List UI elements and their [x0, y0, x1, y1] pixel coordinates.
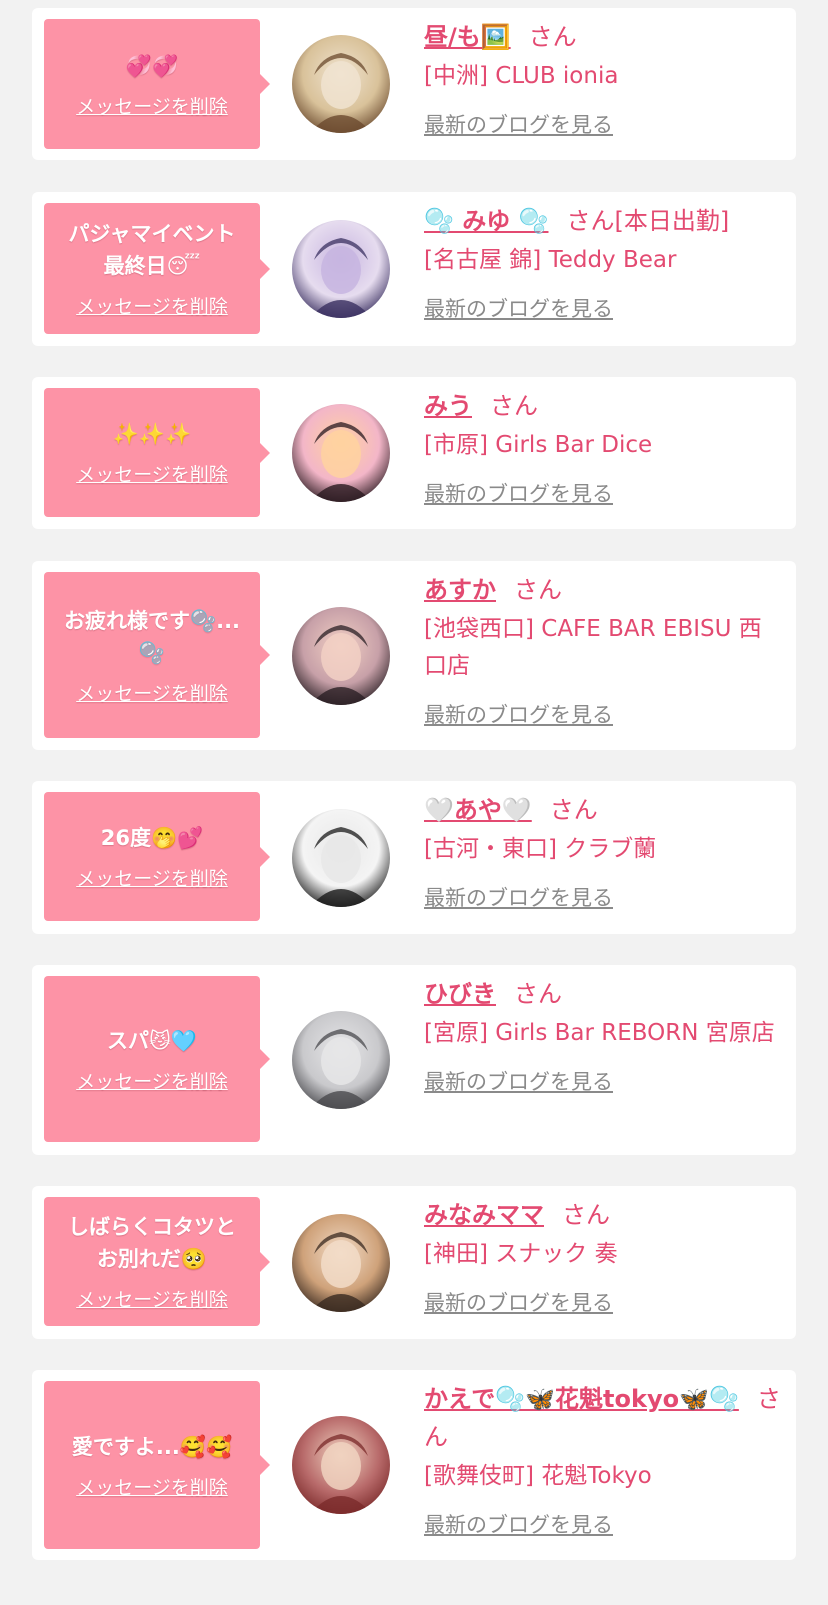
message-text: お疲れ様です🫧... 🫧 [63, 608, 241, 665]
cast-name-link[interactable]: 🫧 みゆ 🫧 [424, 207, 548, 235]
latest-blog-link[interactable]: 最新のブログを見る [424, 1066, 613, 1096]
message-card: スパ😼🩵 メッセージを削除 ひびき さん [宮原] Girls Bar REBO… [32, 965, 796, 1155]
delete-message-link[interactable]: メッセージを削除 [76, 92, 228, 119]
name-line: ひびき さん [424, 975, 782, 1013]
avatar-photo [292, 220, 390, 318]
message-bubble: ✨✨✨ メッセージを削除 [44, 388, 270, 517]
honorific: さん [549, 796, 598, 824]
delete-message-link[interactable]: メッセージを削除 [76, 1473, 228, 1500]
cast-info: みう さん [市原] Girls Bar Dice 最新のブログを見る [424, 387, 782, 508]
avatar-photo [292, 809, 390, 907]
avatar[interactable] [292, 35, 390, 133]
avatar[interactable] [292, 607, 390, 705]
message-text: スパ😼🩵 [106, 1028, 198, 1053]
cast-name-link[interactable]: 🤍あや🤍 [424, 796, 532, 824]
honorific: さん [514, 980, 562, 1008]
cast-name-link[interactable]: ひびき [424, 980, 496, 1008]
cast-info: 昼/も🖼️ さん [中洲] CLUB ionia 最新のブログを見る [424, 18, 782, 139]
honorific: さん [562, 1201, 610, 1229]
message-bubble: 💞💞 メッセージを削除 [44, 19, 270, 149]
message-bubble: しばらくコタツと お別れだ🥺 メッセージを削除 [44, 1197, 270, 1326]
latest-blog-link[interactable]: 最新のブログを見る [424, 478, 613, 508]
message-card: しばらくコタツと お別れだ🥺 メッセージを削除 みなみママ さん [神田] スナ… [32, 1186, 796, 1339]
message-card: お疲れ様です🫧... 🫧 メッセージを削除 あすか さん [池袋西口] CAFE… [32, 561, 796, 750]
avatar[interactable] [292, 1214, 390, 1312]
delete-message-link[interactable]: メッセージを削除 [76, 679, 228, 706]
avatar[interactable] [292, 404, 390, 502]
work-status: [本日出勤] [614, 207, 730, 235]
name-line: かえで🫧🦋花魁tokyo🦋🫧 さん [424, 1380, 782, 1456]
message-card: パジャマイベント 最終日😴 メッセージを削除 🫧 みゆ 🫧 さん[本日出勤] [… [32, 192, 796, 346]
latest-blog-link[interactable]: 最新のブログを見る [424, 1509, 613, 1539]
message-card: 💞💞 メッセージを削除 昼/も🖼️ さん [中洲] CLUB ionia 最新の… [32, 8, 796, 160]
avatar-photo [292, 35, 390, 133]
cast-name-link[interactable]: みう [424, 392, 472, 420]
latest-blog-link[interactable]: 最新のブログを見る [424, 109, 613, 139]
cast-info: かえで🫧🦋花魁tokyo🦋🫧 さん [歌舞伎町] 花魁Tokyo 最新のブログを見… [424, 1380, 782, 1539]
message-card: 26度🤭💕 メッセージを削除 🤍あや🤍 さん [古河・東口] クラブ蘭 最新のブ… [32, 781, 796, 934]
delete-message-link[interactable]: メッセージを削除 [76, 460, 228, 487]
cast-info: 🫧 みゆ 🫧 さん[本日出勤] [名古屋 錦] Teddy Bear 最新のブログ… [424, 202, 782, 323]
shop-name: [中洲] CLUB ionia [424, 63, 619, 89]
avatar-photo [292, 1011, 390, 1109]
avatar-photo [292, 1214, 390, 1312]
message-text: 💞💞 [125, 53, 179, 78]
message-text: ✨✨✨ [112, 422, 192, 446]
cast-info: みなみママ さん [神田] スナック 奏 最新のブログを見る [424, 1196, 782, 1317]
honorific: さん [528, 23, 577, 51]
honorific: さん [566, 207, 615, 235]
shop-name: [古河・東口] クラブ蘭 [424, 836, 657, 862]
shop-name: [神田] スナック 奏 [424, 1241, 618, 1267]
delete-message-link[interactable]: メッセージを削除 [76, 1067, 228, 1094]
message-text: パジャマイベント 最終日😴 [68, 222, 236, 278]
name-line: みなみママ さん [424, 1196, 782, 1234]
latest-blog-link[interactable]: 最新のブログを見る [424, 293, 613, 323]
message-bubble: お疲れ様です🫧... 🫧 メッセージを削除 [44, 572, 270, 738]
message-bubble: 愛ですよ...🥰🥰 メッセージを削除 [44, 1381, 270, 1549]
latest-blog-link[interactable]: 最新のブログを見る [424, 1287, 613, 1317]
message-bubble: スパ😼🩵 メッセージを削除 [44, 976, 270, 1142]
message-bubble: パジャマイベント 最終日😴 メッセージを削除 [44, 203, 270, 334]
avatar-photo [292, 404, 390, 502]
cast-name-link[interactable]: あすか [424, 576, 496, 604]
message-bubble: 26度🤭💕 メッセージを削除 [44, 792, 270, 921]
cast-name-link[interactable]: みなみママ [424, 1201, 544, 1229]
message-text: しばらくコタツと お別れだ🥺 [68, 1215, 236, 1271]
message-text: 26度🤭💕 [100, 826, 204, 850]
avatar-photo [292, 607, 390, 705]
shop-name: [名古屋 錦] Teddy Bear [424, 247, 677, 273]
honorific: さん [490, 392, 538, 420]
shop-name: [市原] Girls Bar Dice [424, 432, 653, 458]
avatar[interactable] [292, 1416, 390, 1514]
name-line: 🫧 みゆ 🫧 さん[本日出勤] [424, 202, 782, 240]
delete-message-link[interactable]: メッセージを削除 [76, 1285, 228, 1312]
delete-message-link[interactable]: メッセージを削除 [76, 292, 228, 319]
message-card: ✨✨✨ メッセージを削除 みう さん [市原] Girls Bar Dice 最… [32, 377, 796, 529]
message-list: 💞💞 メッセージを削除 昼/も🖼️ さん [中洲] CLUB ionia 最新の… [0, 0, 828, 1605]
cast-info: 🤍あや🤍 さん [古河・東口] クラブ蘭 最新のブログを見る [424, 791, 782, 912]
avatar[interactable] [292, 1011, 390, 1109]
message-card: 愛ですよ...🥰🥰 メッセージを削除 かえで🫧🦋花魁tokyo🦋🫧 さん [歌舞… [32, 1370, 796, 1560]
delete-message-link[interactable]: メッセージを削除 [76, 864, 228, 891]
message-text: 愛ですよ...🥰🥰 [71, 1434, 233, 1459]
latest-blog-link[interactable]: 最新のブログを見る [424, 882, 613, 912]
latest-blog-link[interactable]: 最新のブログを見る [424, 699, 613, 729]
avatar[interactable] [292, 220, 390, 318]
cast-name-link[interactable]: かえで🫧🦋花魁tokyo🦋🫧 [424, 1385, 739, 1413]
name-line: 昼/も🖼️ さん [424, 18, 782, 56]
cast-info: ひびき さん [宮原] Girls Bar REBORN 宮原店 最新のブログを見… [424, 975, 782, 1096]
name-line: 🤍あや🤍 さん [424, 791, 782, 829]
name-line: みう さん [424, 387, 782, 425]
name-line: あすか さん [424, 571, 782, 609]
cast-info: あすか さん [池袋西口] CAFE BAR EBISU 西口店 最新のブログを見… [424, 571, 782, 729]
avatar-photo [292, 1416, 390, 1514]
shop-name: [歌舞伎町] 花魁Tokyo [424, 1463, 652, 1489]
shop-name: [宮原] Girls Bar REBORN 宮原店 [424, 1020, 775, 1046]
shop-name: [池袋西口] CAFE BAR EBISU 西口店 [424, 616, 762, 679]
cast-name-link[interactable]: 昼/も🖼️ [424, 23, 511, 51]
avatar[interactable] [292, 809, 390, 907]
honorific: さん [514, 576, 562, 604]
